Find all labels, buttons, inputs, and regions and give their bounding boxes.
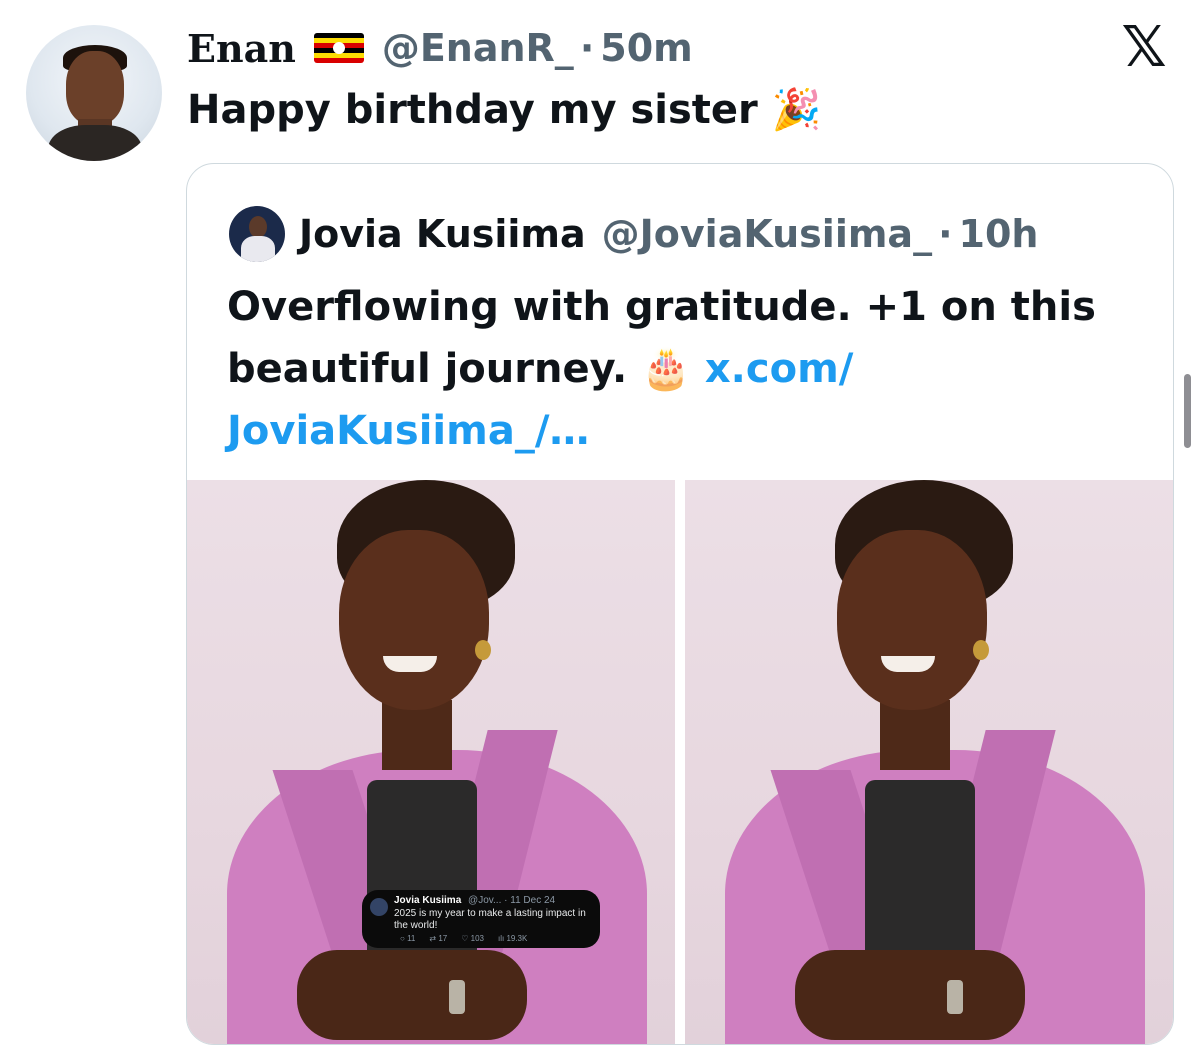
embedded-avatar — [370, 898, 388, 916]
quote-text-line2: beautiful journey. 🎂 x.com/ — [227, 338, 1127, 400]
like-icon: ♡ 103 — [461, 934, 484, 943]
embedded-tweet-card: Jovia Kusiima @Jov... · 11 Dec 24 2025 i… — [362, 890, 600, 948]
author-avatar[interactable] — [26, 25, 162, 161]
photo-left[interactable]: Jovia Kusiima @Jov... · 11 Dec 24 2025 i… — [187, 480, 675, 1044]
reply-count: 11 — [407, 934, 416, 943]
quote-header: Jovia Kusiima @JoviaKusiima_ · 10h — [299, 204, 1038, 264]
separator-dot: · — [579, 26, 595, 70]
repost-count: 17 — [438, 934, 448, 943]
embedded-actions: ○ 11 ⇄ 17 ♡ 103 ılı 19.3K — [400, 934, 527, 943]
quote-time[interactable]: 10h — [959, 212, 1039, 256]
embedded-author-name: Jovia Kusiima — [394, 895, 462, 906]
reply-icon: ○ 11 — [400, 934, 416, 943]
repost-icon: ⇄ 17 — [429, 934, 448, 943]
embedded-header: Jovia Kusiima @Jov... · 11 Dec 24 — [394, 895, 555, 906]
party-popper-icon: 🎉 — [771, 87, 822, 133]
x-logo-icon[interactable]: 𝕏 — [1116, 20, 1172, 76]
quote-link-part1[interactable]: x.com/ — [705, 346, 853, 392]
tweet-header: Enan @EnanR_ · 50m — [187, 24, 693, 72]
like-count: 103 — [470, 934, 484, 943]
embedded-date: · 11 Dec 24 — [504, 895, 556, 906]
quote-text-line1: Overflowing with gratitude. +1 on this — [227, 284, 1096, 330]
quoted-tweet-card[interactable]: Jovia Kusiima @JoviaKusiima_ · 10h Overf… — [186, 163, 1174, 1045]
quote-text-line2-start: beautiful journey. — [227, 346, 628, 392]
author-handle[interactable]: @EnanR_ — [382, 26, 574, 70]
scrollbar-thumb[interactable] — [1184, 374, 1191, 448]
views-count: 19.3K — [506, 934, 528, 943]
author-name[interactable]: Enan — [187, 26, 296, 71]
quote-link-part2[interactable]: JoviaKusiima_/… — [227, 400, 1127, 462]
separator-dot: · — [938, 212, 953, 256]
quote-text: Overflowing with gratitude. +1 on this b… — [227, 276, 1127, 462]
quote-author-handle[interactable]: @JoviaKusiima_ — [602, 212, 932, 256]
photo-grid: Jovia Kusiima @Jov... · 11 Dec 24 2025 i… — [187, 480, 1173, 1044]
quote-author-avatar[interactable] — [229, 206, 285, 262]
uganda-flag-icon — [313, 33, 364, 63]
birthday-cake-icon: 🎂 — [641, 346, 691, 392]
tweet-text: Happy birthday my sister 🎉 — [187, 84, 822, 136]
embedded-text: 2025 is my year to make a lasting impact… — [394, 908, 586, 931]
embedded-handle: @Jov... — [468, 895, 502, 906]
views-icon: ılı 19.3K — [497, 934, 528, 943]
tweet-time[interactable]: 50m — [600, 26, 692, 70]
quote-author-name[interactable]: Jovia Kusiima — [299, 212, 586, 256]
tweet-text-content: Happy birthday my sister — [187, 87, 758, 133]
photo-right[interactable] — [685, 480, 1173, 1044]
